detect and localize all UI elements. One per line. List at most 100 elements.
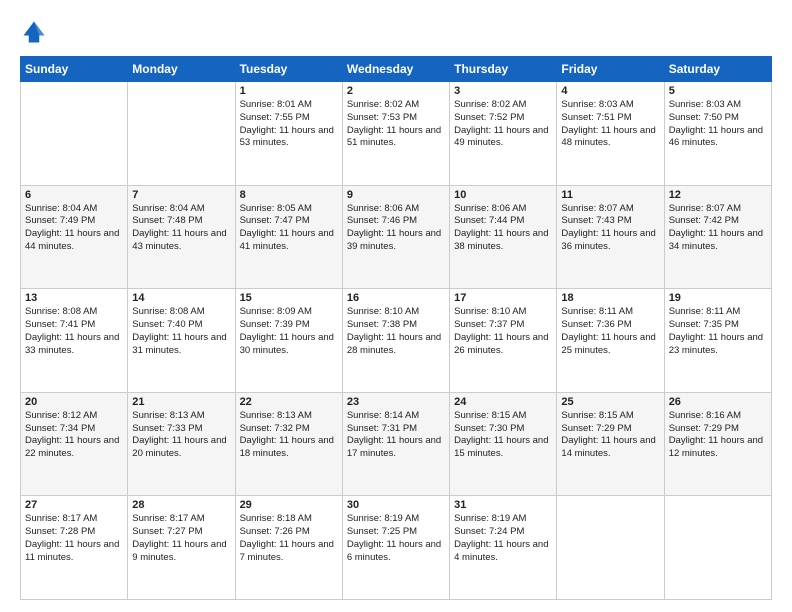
sunset-text: Sunset: 7:53 PM (347, 112, 417, 123)
day-number: 5 (669, 85, 767, 97)
sunrise-text: Sunrise: 8:10 AM (347, 306, 419, 317)
daylight-text: Daylight: 11 hours and 4 minutes. (454, 539, 548, 563)
sunrise-text: Sunrise: 8:09 AM (240, 306, 312, 317)
calendar-cell: 10 Sunrise: 8:06 AMSunset: 7:44 PMDayligh… (450, 185, 557, 289)
calendar-cell: 6Sunrise: 8:04 AMSunset: 7:49 PMDaylight… (21, 185, 128, 289)
sunrise-text: Sunrise: 8:06 AM (454, 203, 526, 214)
cell-content: Sunrise: 8:10 AMSunset: 7:37 PMDaylight:… (454, 306, 552, 357)
sunrise-text: Sunrise: 8:04 AM (25, 203, 97, 214)
sunrise-text: Sunrise: 8:19 AM (347, 513, 419, 524)
sunset-text: Sunset: 7:29 PM (669, 423, 739, 434)
daylight-text: Daylight: 11 hours and 11 minutes. (25, 539, 119, 563)
day-number: 13 (25, 292, 123, 304)
calendar-cell (557, 496, 664, 600)
sunrise-text: Sunrise: 8:10 AM (454, 306, 526, 317)
cell-content: Sunrise: 8:06 AMSunset: 7:44 PMDaylight:… (454, 203, 552, 254)
calendar-week-row: 6Sunrise: 8:04 AMSunset: 7:49 PMDaylight… (21, 185, 772, 289)
sunrise-text: Sunrise: 8:15 AM (561, 410, 633, 421)
sunset-text: Sunset: 7:38 PM (347, 319, 417, 330)
calendar-cell: 7Sunrise: 8:04 AMSunset: 7:48 PMDaylight… (128, 185, 235, 289)
sunrise-text: Sunrise: 8:03 AM (561, 99, 633, 110)
cell-content: Sunrise: 8:19 AMSunset: 7:24 PMDaylight:… (454, 513, 552, 564)
cell-content: Sunrise: 8:11 AMSunset: 7:36 PMDaylight:… (561, 306, 659, 357)
sunrise-text: Sunrise: 8:19 AM (454, 513, 526, 524)
sunset-text: Sunset: 7:55 PM (240, 112, 310, 123)
daylight-text: Daylight: 11 hours and 25 minutes. (561, 332, 655, 356)
daylight-text: Daylight: 11 hours and 14 minutes. (561, 435, 655, 459)
cell-content: Sunrise: 8:13 AMSunset: 7:32 PMDaylight:… (240, 410, 338, 461)
sunset-text: Sunset: 7:28 PM (25, 526, 95, 537)
calendar-cell: 9 Sunrise: 8:06 AMSunset: 7:46 PMDaylight… (342, 185, 449, 289)
daylight-text: Daylight: 11 hours and 46 minutes. (669, 125, 763, 149)
weekday-header: Sunday (21, 57, 128, 82)
daylight-text: Daylight: 11 hours and 41 minutes. (240, 228, 334, 252)
day-number: 30 (347, 499, 445, 511)
sunrise-text: Sunrise: 8:13 AM (132, 410, 204, 421)
calendar-cell (21, 82, 128, 186)
day-number: 14 (132, 292, 230, 304)
day-number: 25 (561, 396, 659, 408)
sunset-text: Sunset: 7:25 PM (347, 526, 417, 537)
day-number: 27 (25, 499, 123, 511)
daylight-text: Daylight: 11 hours and 30 minutes. (240, 332, 334, 356)
day-number: 2 (347, 85, 445, 97)
daylight-text: Daylight: 11 hours and 39 minutes. (347, 228, 441, 252)
day-number: 8 (240, 189, 338, 201)
sunset-text: Sunset: 7:51 PM (561, 112, 631, 123)
sunset-text: Sunset: 7:35 PM (669, 319, 739, 330)
day-number: 31 (454, 499, 552, 511)
cell-content: Sunrise: 8:08 AMSunset: 7:41 PMDaylight:… (25, 306, 123, 357)
daylight-text: Daylight: 11 hours and 17 minutes. (347, 435, 441, 459)
daylight-text: Daylight: 11 hours and 43 minutes. (132, 228, 226, 252)
calendar-cell: 16Sunrise: 8:10 AMSunset: 7:38 PMDayligh… (342, 289, 449, 393)
daylight-text: Daylight: 11 hours and 12 minutes. (669, 435, 763, 459)
daylight-text: Daylight: 11 hours and 53 minutes. (240, 125, 334, 149)
calendar-week-row: 1Sunrise: 8:01 AMSunset: 7:55 PMDaylight… (21, 82, 772, 186)
calendar-cell: 23 Sunrise: 8:14 AMSunset: 7:31 PMDayligh… (342, 392, 449, 496)
sunset-text: Sunset: 7:48 PM (132, 215, 202, 226)
sunset-text: Sunset: 7:32 PM (240, 423, 310, 434)
daylight-text: Daylight: 11 hours and 33 minutes. (25, 332, 119, 356)
day-number: 1 (240, 85, 338, 97)
calendar-week-row: 20Sunrise: 8:12 AMSunset: 7:34 PMDayligh… (21, 392, 772, 496)
day-number: 26 (669, 396, 767, 408)
calendar-cell: 31 Sunrise: 8:19 AMSunset: 7:24 PMDayligh… (450, 496, 557, 600)
day-number: 18 (561, 292, 659, 304)
day-number: 23 (347, 396, 445, 408)
sunset-text: Sunset: 7:29 PM (561, 423, 631, 434)
sunset-text: Sunset: 7:27 PM (132, 526, 202, 537)
day-number: 3 (454, 85, 552, 97)
daylight-text: Daylight: 11 hours and 9 minutes. (132, 539, 226, 563)
day-number: 7 (132, 189, 230, 201)
calendar-cell: 24Sunrise: 8:15 AMSunset: 7:30 PMDayligh… (450, 392, 557, 496)
daylight-text: Daylight: 11 hours and 49 minutes. (454, 125, 548, 149)
calendar: SundayMondayTuesdayWednesdayThursdayFrid… (20, 56, 772, 600)
calendar-cell: 21Sunrise: 8:13 AMSunset: 7:33 PMDayligh… (128, 392, 235, 496)
cell-content: Sunrise: 8:16 AMSunset: 7:29 PMDaylight:… (669, 410, 767, 461)
cell-content: Sunrise: 8:05 AMSunset: 7:47 PMDaylight:… (240, 203, 338, 254)
weekday-header: Monday (128, 57, 235, 82)
sunrise-text: Sunrise: 8:06 AM (347, 203, 419, 214)
cell-content: Sunrise: 8:06 AMSunset: 7:46 PMDaylight:… (347, 203, 445, 254)
calendar-cell (128, 82, 235, 186)
cell-content: Sunrise: 8:07 AMSunset: 7:42 PMDaylight:… (669, 203, 767, 254)
sunset-text: Sunset: 7:43 PM (561, 215, 631, 226)
day-number: 10 (454, 189, 552, 201)
cell-content: Sunrise: 8:03 AMSunset: 7:50 PMDaylight:… (669, 99, 767, 150)
day-number: 9 (347, 189, 445, 201)
day-number: 20 (25, 396, 123, 408)
cell-content: Sunrise: 8:07 AMSunset: 7:43 PMDaylight:… (561, 203, 659, 254)
day-number: 12 (669, 189, 767, 201)
calendar-cell (664, 496, 771, 600)
calendar-cell: 15Sunrise: 8:09 AMSunset: 7:39 PMDayligh… (235, 289, 342, 393)
sunset-text: Sunset: 7:41 PM (25, 319, 95, 330)
calendar-cell: 14Sunrise: 8:08 AMSunset: 7:40 PMDayligh… (128, 289, 235, 393)
day-number: 24 (454, 396, 552, 408)
sunrise-text: Sunrise: 8:11 AM (669, 306, 741, 317)
cell-content: Sunrise: 8:14 AMSunset: 7:31 PMDaylight:… (347, 410, 445, 461)
day-number: 17 (454, 292, 552, 304)
daylight-text: Daylight: 11 hours and 44 minutes. (25, 228, 119, 252)
sunrise-text: Sunrise: 8:11 AM (561, 306, 633, 317)
sunrise-text: Sunrise: 8:07 AM (669, 203, 741, 214)
sunrise-text: Sunrise: 8:05 AM (240, 203, 312, 214)
